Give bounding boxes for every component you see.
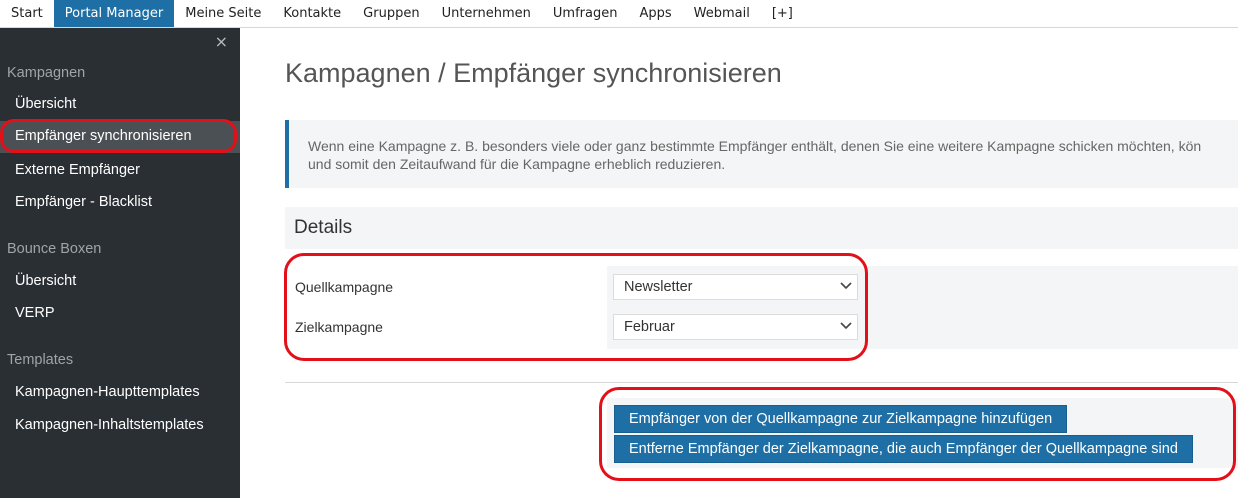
top-navigation: Start Portal Manager Meine Seite Kontakt… [0, 0, 1238, 28]
sidebar-section-templates: Templates [7, 352, 74, 368]
red-annotation-sidebar [0, 119, 237, 153]
sidebar: × Kampagnen Übersicht Empfänger synchron… [0, 28, 240, 498]
details-header: Details [285, 207, 1238, 249]
tab-unternehmen[interactable]: Unternehmen [431, 0, 542, 27]
info-text-line-1: Wenn eine Kampagne z. B. besonders viele… [308, 138, 1202, 154]
red-annotation-form [284, 253, 868, 361]
sidebar-item-kampagnen-haupttemplates[interactable]: Kampagnen-Haupttemplates [15, 384, 200, 400]
info-box: Wenn eine Kampagne z. B. besonders viele… [285, 120, 1238, 188]
close-icon[interactable]: × [215, 32, 228, 51]
tab-umfragen[interactable]: Umfragen [542, 0, 629, 27]
tab-webmail[interactable]: Webmail [683, 0, 761, 27]
tab-add[interactable]: [+] [761, 0, 804, 27]
tab-apps[interactable]: Apps [628, 0, 682, 27]
tab-gruppen[interactable]: Gruppen [352, 0, 430, 27]
details-title: Details [294, 217, 353, 238]
tab-meine-seite[interactable]: Meine Seite [174, 0, 272, 27]
sidebar-section-kampagnen: Kampagnen [7, 65, 86, 81]
info-text: Wenn eine Kampagne z. B. besonders viele… [308, 137, 1201, 173]
info-text-line-2: und somit den Zeitaufwand für die Kampag… [308, 156, 726, 172]
sidebar-item-verp[interactable]: VERP [15, 305, 55, 321]
red-annotation-buttons [599, 387, 1236, 481]
sidebar-item-externe-empfaenger[interactable]: Externe Empfänger [15, 162, 140, 178]
page-title: Kampagnen / Empfänger synchronisieren [285, 58, 782, 88]
sidebar-item-kampagnen-inhaltstemplates[interactable]: Kampagnen-Inhaltstemplates [15, 417, 204, 433]
tab-start[interactable]: Start [0, 0, 54, 27]
tab-kontakte[interactable]: Kontakte [272, 0, 352, 27]
sidebar-section-bounce-boxen: Bounce Boxen [7, 241, 102, 257]
tab-portal-manager[interactable]: Portal Manager [53, 0, 175, 27]
sidebar-item-kampagnen-uebersicht[interactable]: Übersicht [15, 96, 76, 112]
sidebar-item-bounce-uebersicht[interactable]: Übersicht [15, 273, 76, 289]
sidebar-item-empfaenger-blacklist[interactable]: Empfänger - Blacklist [15, 194, 152, 210]
divider [285, 382, 1238, 383]
